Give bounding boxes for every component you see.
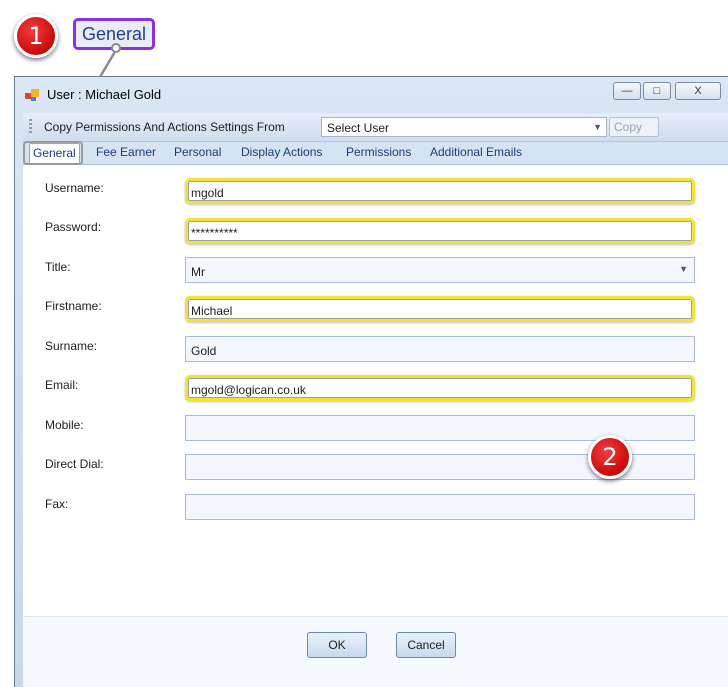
title-bar[interactable]: User : Michael Gold — □ X	[15, 77, 728, 113]
close-button[interactable]: X	[675, 82, 721, 100]
dialog-footer: OK Cancel	[23, 616, 728, 687]
fax-field[interactable]	[185, 494, 695, 520]
username-field[interactable]: mgold	[185, 178, 695, 204]
title-dropdown-arrow-icon: ▼	[679, 264, 688, 274]
surname-field[interactable]: Gold	[185, 336, 695, 362]
minimize-button[interactable]: —	[613, 82, 641, 100]
copy-button[interactable]: Copy	[609, 117, 659, 137]
step-2-marker: 2	[588, 435, 632, 479]
copy-permissions-toolbar: Copy Permissions And Actions Settings Fr…	[23, 113, 728, 142]
title-select-value: Mr	[191, 265, 205, 279]
tab-fee-earner[interactable]: Fee Earner	[96, 145, 156, 159]
password-label: Password:	[45, 220, 102, 234]
maximize-icon: □	[653, 85, 661, 97]
direct-dial-label: Direct Dial:	[45, 457, 104, 471]
minimize-icon: —	[621, 85, 633, 97]
fax-label: Fax:	[45, 497, 69, 511]
window-title: User : Michael Gold	[47, 87, 162, 102]
title-label: Title:	[45, 260, 71, 274]
title-select[interactable]: Mr ▼	[185, 257, 695, 283]
tab-strip: General Fee Earner Personal Display Acti…	[23, 142, 728, 165]
user-dialog-window: User : Michael Gold — □ X Copy Permissio…	[14, 76, 728, 687]
step-1-label: General	[73, 18, 155, 50]
email-label: Email:	[45, 378, 79, 392]
select-user-value: Select User	[327, 121, 390, 135]
dropdown-arrow-icon: ▼	[593, 122, 602, 132]
username-label: Username:	[45, 181, 104, 195]
toolbar-grip-icon[interactable]	[29, 119, 32, 135]
tab-personal[interactable]: Personal	[174, 145, 221, 159]
dialog-client-area: Copy Permissions And Actions Settings Fr…	[23, 113, 728, 687]
copy-permissions-label: Copy Permissions And Actions Settings Fr…	[44, 120, 285, 134]
firstname-label: Firstname:	[45, 299, 102, 313]
password-field[interactable]: **********	[185, 218, 695, 244]
tab-permissions[interactable]: Permissions	[346, 145, 411, 159]
general-tab-highlight	[23, 141, 83, 165]
close-icon: X	[694, 85, 702, 97]
email-field[interactable]: mgold@logican.co.uk	[185, 375, 695, 401]
firstname-field[interactable]: Michael	[185, 296, 695, 322]
ok-button[interactable]: OK	[307, 632, 367, 658]
select-user-dropdown[interactable]: Select User ▼	[321, 117, 607, 137]
step-1-marker: 1	[14, 14, 58, 58]
maximize-button[interactable]: □	[643, 82, 671, 100]
cancel-button[interactable]: Cancel	[396, 632, 456, 658]
tab-display-actions[interactable]: Display Actions	[241, 145, 322, 159]
surname-label: Surname:	[45, 339, 98, 353]
tab-additional-emails[interactable]: Additional Emails	[430, 145, 522, 159]
mobile-label: Mobile:	[45, 418, 84, 432]
app-icon	[25, 89, 39, 101]
